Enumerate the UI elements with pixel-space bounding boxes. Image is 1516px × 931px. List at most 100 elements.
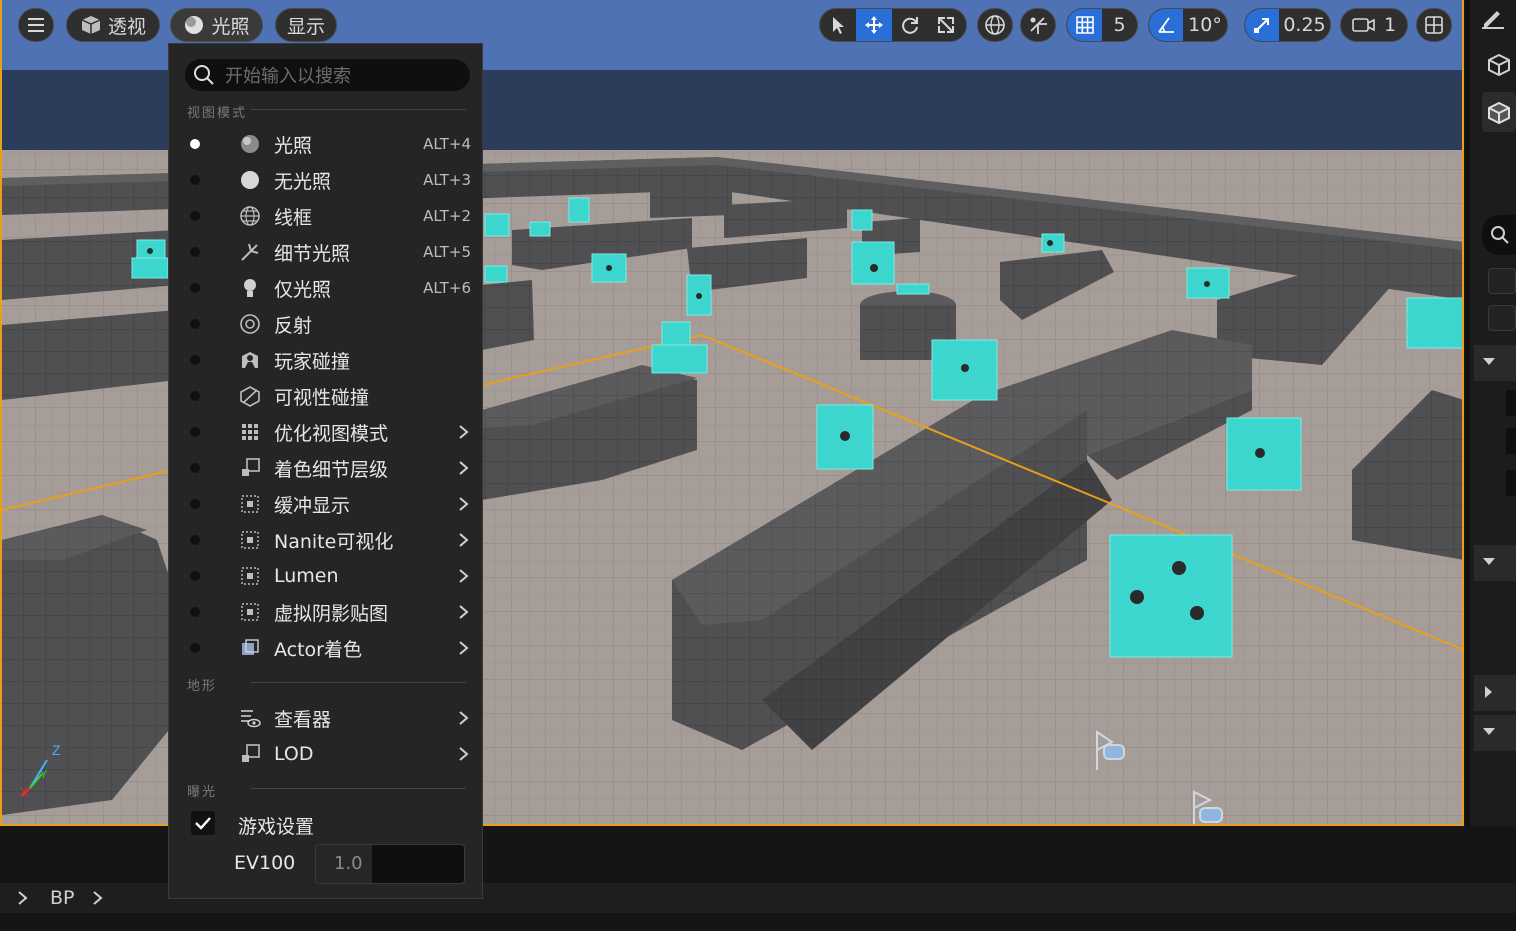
chevron-right-icon: [459, 641, 469, 655]
menu-item-buffer-visualization[interactable]: 缓冲显示: [169, 486, 484, 522]
radio: [190, 463, 200, 473]
menu-item-player-collision[interactable]: 玩家碰撞: [169, 342, 484, 378]
view-mode-button[interactable]: 光照: [170, 8, 263, 42]
radio: [190, 535, 200, 545]
rotation-snap-value[interactable]: 10°: [1183, 9, 1227, 41]
rotation-snap-toggle[interactable]: [1149, 9, 1183, 41]
section-header-3[interactable]: [1474, 675, 1516, 711]
divider: [251, 109, 466, 110]
menu-search-input[interactable]: 开始输入以搜索: [185, 59, 470, 91]
angle-icon: [1158, 17, 1174, 33]
ev100-input[interactable]: 1.0: [315, 844, 465, 884]
show-label: 显示: [286, 15, 325, 38]
radio: [190, 211, 200, 221]
menu-item-label: 无光照: [274, 170, 332, 193]
details-search-input[interactable]: [1482, 215, 1516, 255]
move-arrows-icon: [865, 16, 883, 34]
transform-field-1[interactable]: [1506, 390, 1516, 416]
chevron-right-icon: [459, 569, 469, 583]
menu-item-label: LOD: [274, 743, 314, 765]
section-landscape: 地形: [187, 679, 218, 694]
transform-field-3[interactable]: [1506, 470, 1516, 496]
menu-item-lod-coloration[interactable]: 着色细节层级: [169, 450, 484, 486]
ev100-value: 1.0: [334, 853, 363, 874]
radio: [190, 391, 200, 401]
menu-item-lod[interactable]: LOD: [169, 736, 484, 772]
transform-field-2[interactable]: [1506, 428, 1516, 454]
menu-item-lighting-only[interactable]: 仅光照 ALT+6: [169, 270, 484, 306]
chevron-down-icon: [1483, 358, 1495, 365]
scale-tool-button[interactable]: [928, 9, 964, 41]
chevron-right-icon[interactable]: [91, 890, 105, 906]
menu-item-label: 可视性碰撞: [274, 386, 370, 409]
perspective-button[interactable]: 透视: [66, 8, 160, 42]
surface-snap-button[interactable]: [1020, 8, 1056, 42]
chevron-down-icon: [1483, 728, 1495, 735]
menu-item-detail-lighting[interactable]: 细节光照 ALT+5: [169, 234, 484, 270]
menu-item-lit[interactable]: 光照 ALT+4: [169, 126, 484, 162]
scale-snap-value[interactable]: 0.25: [1279, 9, 1330, 41]
show-button[interactable]: 显示: [275, 8, 337, 42]
viewport-layout-button[interactable]: [1416, 8, 1452, 42]
menu-item-reflection[interactable]: 反射: [169, 306, 484, 342]
rotate-icon: [902, 17, 918, 34]
selected-actor-tab[interactable]: [1482, 92, 1516, 132]
menu-item-label: 反射: [274, 314, 313, 337]
menu-item-unlit[interactable]: 无光照 ALT+3: [169, 162, 484, 198]
unlit-sphere-icon: [238, 168, 262, 192]
game-settings-checkbox[interactable]: [191, 811, 215, 835]
details-button-1[interactable]: [1488, 268, 1516, 294]
radio: [190, 499, 200, 509]
shadow-map-grid-icon: [238, 600, 262, 624]
menu-item-optimization-viewmodes[interactable]: 优化视图模式: [169, 414, 484, 450]
ev100-label: EV100: [234, 852, 296, 874]
move-tool-button[interactable]: [856, 9, 892, 41]
chevron-right-icon: [459, 497, 469, 511]
menu-item-wireframe[interactable]: 线框 ALT+2: [169, 198, 484, 234]
detail-lighting-icon: [238, 240, 262, 264]
radio: [190, 319, 200, 329]
transform-section-header[interactable]: [1474, 345, 1516, 381]
menu-item-viewer[interactable]: 查看器: [169, 700, 484, 736]
svg-text:Z: Z: [52, 742, 61, 758]
edit-pencil-icon[interactable]: [1480, 6, 1506, 30]
menu-item-nanite-visualization[interactable]: Nanite可视化: [169, 522, 484, 558]
menu-item-shortcut: ALT+3: [423, 171, 471, 189]
scale-icon: [938, 17, 954, 33]
search-icon: [194, 65, 214, 85]
details-button-2[interactable]: [1488, 305, 1516, 331]
visibility-collision-icon: [238, 384, 262, 408]
chevron-right-icon[interactable]: [16, 890, 30, 906]
menu-item-shortcut: ALT+2: [423, 207, 471, 225]
grid-icon: [1075, 16, 1094, 34]
section-header-4[interactable]: [1474, 715, 1516, 751]
menu-item-label: 缓冲显示: [274, 494, 351, 517]
chevron-right-icon: [459, 605, 469, 619]
breadcrumb-item[interactable]: BP: [50, 887, 75, 909]
camera-icon: [1352, 18, 1375, 32]
menu-item-lumen[interactable]: Lumen: [169, 558, 484, 594]
section-header-2[interactable]: [1474, 545, 1516, 581]
checkmark-icon: [195, 817, 211, 830]
details-panel: [1466, 0, 1516, 826]
scale-snap-toggle[interactable]: [1245, 9, 1279, 41]
camera-speed-button[interactable]: 1: [1340, 8, 1408, 42]
world-local-toggle[interactable]: [977, 8, 1013, 42]
menu-item-actor-coloration[interactable]: Actor着色: [169, 630, 484, 666]
chevron-right-icon: [1485, 686, 1492, 698]
rotate-tool-button[interactable]: [892, 9, 928, 41]
menu-item-virtual-shadow-map[interactable]: 虚拟阴影贴图: [169, 594, 484, 630]
select-tool-button[interactable]: [820, 9, 856, 41]
viewport-options-button[interactable]: [18, 8, 54, 42]
grid-snap-toggle[interactable]: [1067, 9, 1102, 41]
lit-sphere-icon: [185, 16, 204, 34]
scale-snap-icon: [1254, 18, 1269, 33]
grid-snap-value[interactable]: 5: [1102, 9, 1137, 41]
blueprint-cube-icon[interactable]: [1486, 52, 1512, 78]
section-exposure: 曝光: [187, 785, 218, 800]
surface-snap-icon: [1030, 17, 1047, 34]
menu-item-label: 着色细节层级: [274, 458, 389, 481]
view-mode-menu: 开始输入以搜索 视图模式 光照 ALT+4 无光照 ALT+3 线框 ALT+2…: [168, 43, 483, 899]
menu-item-shortcut: ALT+6: [423, 279, 471, 297]
menu-item-visibility-collision[interactable]: 可视性碰撞: [169, 378, 484, 414]
